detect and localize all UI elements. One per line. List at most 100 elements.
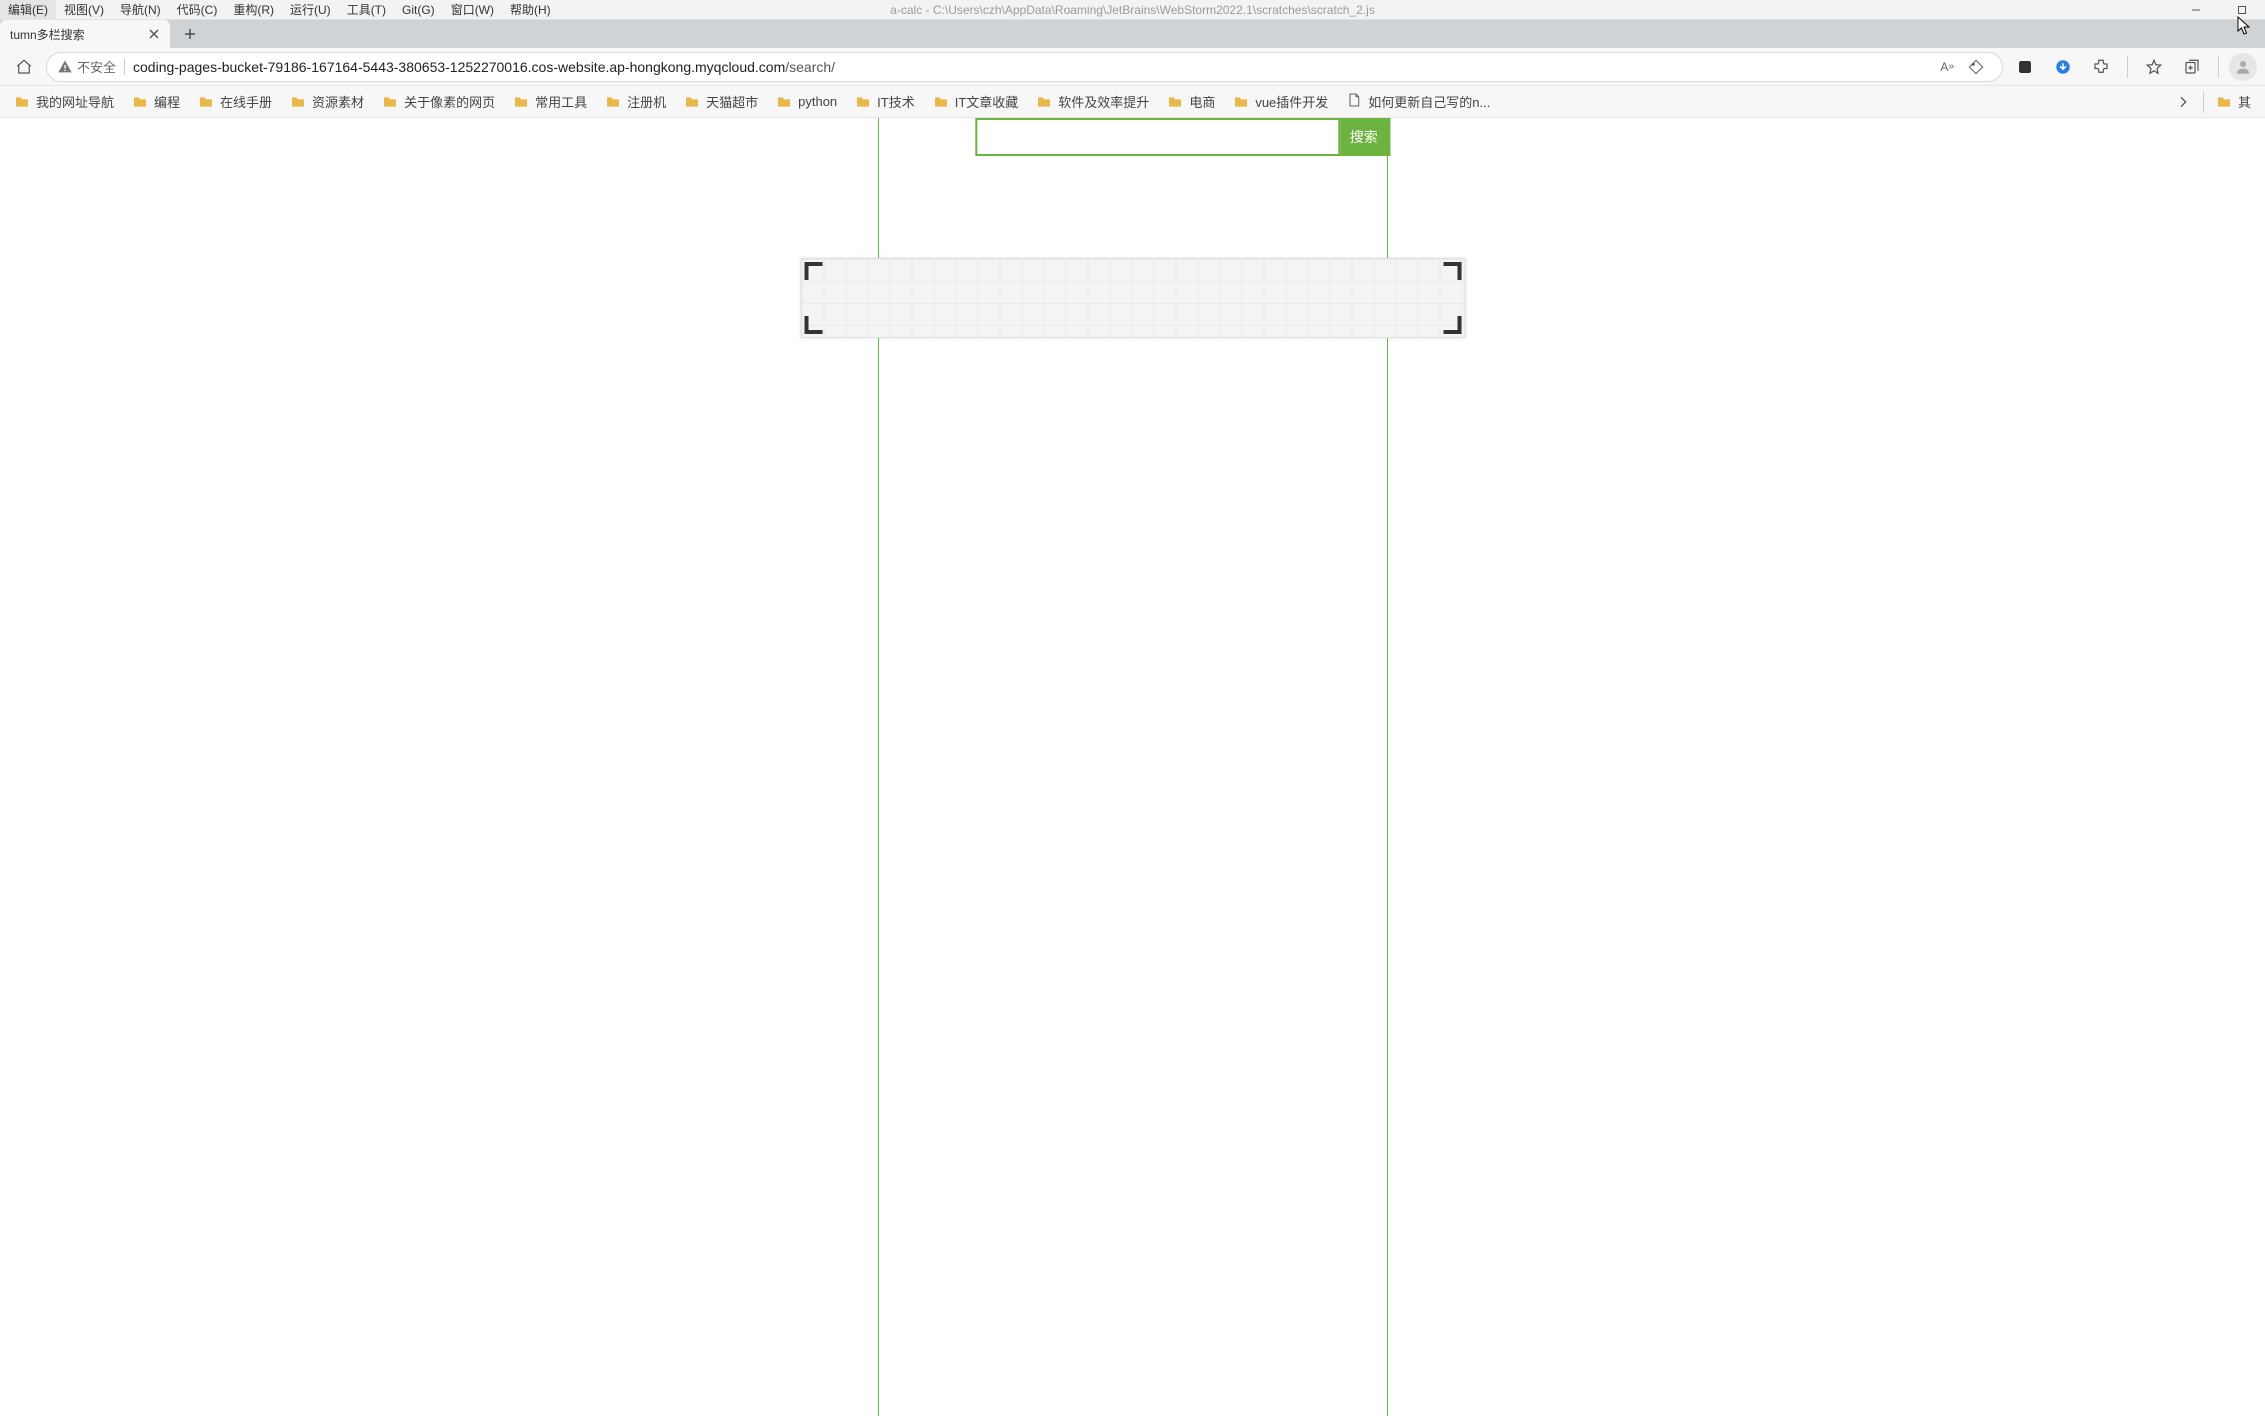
url-path: /search/ — [785, 59, 835, 75]
folder-icon — [776, 94, 792, 110]
folder-icon — [290, 94, 306, 110]
menu-window[interactable]: 窗口(W) — [443, 0, 502, 20]
bookmark-item[interactable]: 如何更新自己写的n... — [1338, 88, 1498, 115]
folder-icon — [933, 94, 949, 110]
bookmarks-overflow-button[interactable] — [2167, 86, 2199, 118]
page-icon — [1346, 92, 1362, 111]
star-icon — [2145, 58, 2163, 76]
shopping-button[interactable] — [1960, 51, 1992, 83]
window-maximize-button[interactable] — [2219, 0, 2265, 20]
bookmark-item[interactable]: 资源素材 — [282, 88, 372, 115]
security-indicator[interactable]: 不安全 — [57, 57, 116, 76]
bookmark-item[interactable]: 编程 — [124, 88, 188, 115]
folder-icon — [2216, 94, 2232, 110]
bookmark-item[interactable]: 关于像素的网页 — [374, 88, 503, 115]
menu-run[interactable]: 运行(U) — [282, 0, 339, 20]
new-tab-button[interactable] — [176, 20, 204, 48]
bookmark-label: vue插件开发 — [1255, 92, 1328, 111]
menu-edit[interactable]: 编辑(E) — [0, 0, 56, 20]
folder-icon — [1167, 94, 1183, 110]
page-viewport: 搜索 — [0, 118, 2265, 1416]
folder-icon — [382, 94, 398, 110]
extension-button-2[interactable] — [2047, 51, 2079, 83]
tab-close-button[interactable] — [146, 26, 162, 42]
bookmark-item[interactable]: 常用工具 — [505, 88, 595, 115]
menu-refactor[interactable]: 重构(R) — [225, 0, 282, 20]
folder-icon — [513, 94, 529, 110]
folder-icon — [132, 94, 148, 110]
bookmark-item[interactable]: 电商 — [1159, 88, 1223, 115]
bookmark-item[interactable]: 注册机 — [597, 88, 674, 115]
extension-button-1[interactable] — [2009, 51, 2041, 83]
bookmark-label: 常用工具 — [535, 92, 587, 111]
browser-toolbar: 不安全 coding-pages-bucket-79186-167164-544… — [0, 48, 2265, 86]
collections-button[interactable] — [2176, 51, 2208, 83]
home-button[interactable] — [8, 51, 40, 83]
search-input[interactable] — [975, 118, 1340, 156]
bookmark-item[interactable]: IT文章收藏 — [925, 88, 1027, 115]
folder-icon — [14, 94, 30, 110]
bookmark-item[interactable]: 我的网址导航 — [6, 88, 122, 115]
bookmark-item[interactable]: 软件及效率提升 — [1028, 88, 1157, 115]
puzzle-icon — [2016, 58, 2034, 76]
bookmark-item-overflow[interactable]: 其 — [2208, 88, 2259, 115]
bookmark-item[interactable]: 在线手册 — [190, 88, 280, 115]
bookmark-label: IT文章收藏 — [955, 92, 1019, 111]
url-host: coding-pages-bucket-79186-167164-5443-38… — [133, 59, 785, 75]
search-button[interactable]: 搜索 — [1340, 118, 1390, 156]
bookmark-label: python — [798, 94, 837, 109]
person-icon — [2234, 58, 2252, 76]
profile-button[interactable] — [2229, 53, 2257, 81]
image-placeholder — [800, 258, 1465, 338]
bookmark-label: 如何更新自己写的n... — [1368, 92, 1490, 111]
bookmark-item[interactable]: python — [768, 90, 845, 114]
bookmarks-bar: 我的网址导航 编程 在线手册 资源素材 关于像素的网页 常用工具 注册机 天猫超… — [0, 86, 2265, 118]
bookmark-label: 我的网址导航 — [36, 92, 114, 111]
menu-tools[interactable]: 工具(T) — [339, 0, 394, 20]
bookmark-label: 在线手册 — [220, 92, 272, 111]
collections-icon — [2183, 58, 2201, 76]
menu-git[interactable]: Git(G) — [394, 0, 443, 20]
bookmark-label: 软件及效率提升 — [1058, 92, 1149, 111]
search-bar: 搜索 — [975, 118, 1390, 156]
menu-view[interactable]: 视图(V) — [56, 0, 112, 20]
extensions-icon — [2092, 58, 2110, 76]
bookmark-label: 天猫超市 — [706, 92, 758, 111]
warning-icon — [57, 59, 73, 75]
bookmark-item[interactable]: vue插件开发 — [1225, 88, 1336, 115]
tag-icon — [1968, 59, 1984, 75]
folder-icon — [198, 94, 214, 110]
crop-corner-icon — [1443, 316, 1461, 334]
bookmark-label: 关于像素的网页 — [404, 92, 495, 111]
browser-tabstrip: tumn多栏搜索 — [0, 20, 2265, 48]
read-aloud-button[interactable]: A» — [1936, 51, 1958, 83]
menu-navigate[interactable]: 导航(N) — [112, 0, 169, 20]
download-icon — [2054, 58, 2072, 76]
extensions-menu-button[interactable] — [2085, 51, 2117, 83]
bookmark-label: 资源素材 — [312, 92, 364, 111]
favorites-button[interactable] — [2138, 51, 2170, 83]
bookmark-label: 电商 — [1189, 92, 1215, 111]
folder-icon — [1233, 94, 1249, 110]
address-bar[interactable]: 不安全 coding-pages-bucket-79186-167164-544… — [46, 52, 2003, 82]
crop-corner-icon — [1443, 262, 1461, 280]
menu-code[interactable]: 代码(C) — [169, 0, 226, 20]
url-text[interactable]: coding-pages-bucket-79186-167164-5443-38… — [133, 59, 1928, 75]
bookmark-item[interactable]: 天猫超市 — [676, 88, 766, 115]
bookmark-label: 注册机 — [627, 92, 666, 111]
menu-help[interactable]: 帮助(H) — [502, 0, 559, 20]
ide-menubar: 编辑(E) 视图(V) 导航(N) 代码(C) 重构(R) 运行(U) 工具(T… — [0, 0, 2265, 20]
window-controls — [2173, 0, 2265, 20]
folder-icon — [1036, 94, 1052, 110]
window-minimize-button[interactable] — [2173, 0, 2219, 20]
crop-corner-icon — [804, 262, 822, 280]
security-label: 不安全 — [77, 57, 116, 76]
address-actions: A» — [1936, 51, 1992, 83]
tab-title: tumn多栏搜索 — [10, 26, 85, 43]
bookmark-item[interactable]: IT技术 — [847, 88, 923, 115]
home-icon — [15, 58, 33, 76]
ide-window-title: a-calc - C:\Users\czh\AppData\Roaming\Je… — [890, 3, 1375, 17]
browser-tab[interactable]: tumn多栏搜索 — [0, 20, 170, 48]
chevron-right-icon — [2175, 94, 2191, 110]
separator — [2218, 56, 2219, 78]
